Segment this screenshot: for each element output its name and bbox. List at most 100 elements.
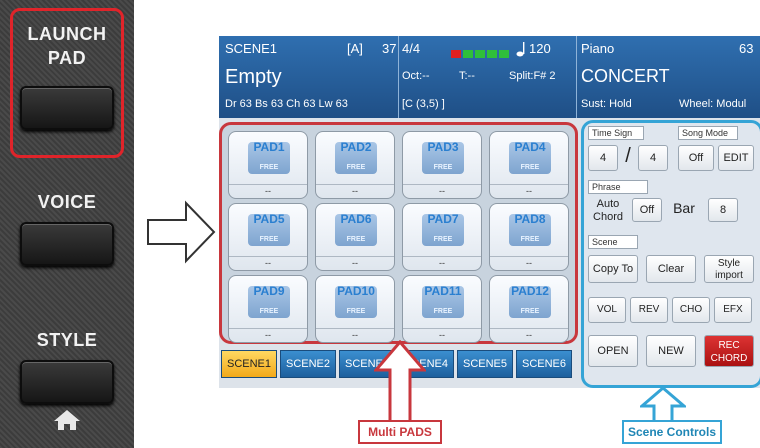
pad-value: -- <box>316 184 394 198</box>
pad-name: PAD6 <box>340 212 372 226</box>
wheel-mode: Wheel: Modul <box>679 98 747 110</box>
pad-status-badge: FREE <box>346 236 366 243</box>
pad-value: -- <box>229 328 307 342</box>
voice-name: Piano <box>581 41 615 56</box>
header-divider <box>398 36 399 118</box>
rec-chord-line1: REC <box>718 340 740 351</box>
voice-label: VOICE <box>37 192 97 212</box>
style-button[interactable] <box>20 360 114 404</box>
cho-button[interactable]: CHO <box>672 297 710 323</box>
style-import-line2: import <box>715 270 743 281</box>
style-label: STYLE <box>36 330 98 350</box>
pad-button-4[interactable]: PAD4 FREE -- <box>489 131 569 199</box>
pad-button-10[interactable]: PAD10 FREE -- <box>315 275 395 343</box>
scene-tab-5[interactable]: SCENE5 <box>457 350 513 378</box>
pad-value: -- <box>490 184 568 198</box>
voice-number: 63 <box>739 41 754 56</box>
multi-pads-up-arrow-icon <box>374 340 426 424</box>
rec-chord-line2: CHORD <box>710 353 748 364</box>
pad-status-badge: FREE <box>259 236 279 243</box>
multi-pads-annotation: Multi PADS <box>358 420 442 444</box>
right-arrow-outline-icon <box>147 200 216 264</box>
pad-button-8[interactable]: PAD8 FREE -- <box>489 203 569 271</box>
split-value: Split:F# 2 <box>509 70 556 82</box>
pad-status-badge: FREE <box>259 308 279 315</box>
scene-tab-2[interactable]: SCENE2 <box>280 350 336 378</box>
hardware-panel: LAUNCH PAD VOICE STYLE <box>0 0 134 448</box>
bar-value-button[interactable]: 8 <box>708 198 738 222</box>
time-sign-numerator[interactable]: 4 <box>588 145 618 171</box>
pad-name: PAD8 <box>514 212 546 226</box>
pad-status-badge: FREE <box>520 236 540 243</box>
scene-controls-panel: Time Sign Song Mode 4 / 4 Off EDIT Phras… <box>581 120 760 388</box>
pad-name: PAD3 <box>427 140 459 154</box>
pad-value: -- <box>316 256 394 270</box>
scene-tab-6[interactable]: SCENE6 <box>516 350 572 378</box>
voice-style[interactable]: CONCERT <box>581 66 670 87</box>
time-sign-denominator[interactable]: 4 <box>638 145 668 171</box>
auto-chord-label-line1: Auto <box>596 198 620 210</box>
pad-button-9[interactable]: PAD9 FREE -- <box>228 275 308 343</box>
pad-status-badge: FREE <box>520 308 540 315</box>
pad-button-3[interactable]: PAD3 FREE -- <box>402 131 482 199</box>
edit-button[interactable]: EDIT <box>718 145 754 171</box>
pad-name: PAD2 <box>340 140 372 154</box>
song-mode-label: Song Mode <box>678 126 738 140</box>
pad-value: -- <box>490 328 568 342</box>
pad-name: PAD10 <box>337 284 375 298</box>
header-divider <box>576 36 577 118</box>
pad-value: -- <box>229 184 307 198</box>
pad-status-badge: FREE <box>346 164 366 171</box>
pad-value: -- <box>403 256 481 270</box>
pad-button-2[interactable]: PAD2 FREE -- <box>315 131 395 199</box>
pad-name: PAD4 <box>514 140 546 154</box>
efx-button[interactable]: EFX <box>714 297 752 323</box>
copy-to-button[interactable]: Copy To <box>588 255 638 283</box>
auto-chord-toggle[interactable]: Off <box>632 198 662 222</box>
pad-name: PAD5 <box>253 212 285 226</box>
pad-status-badge: FREE <box>433 164 453 171</box>
part-volumes: Dr 63 Bs 63 Ch 63 Lw 63 <box>225 98 348 110</box>
pad-button-7[interactable]: PAD7 FREE -- <box>402 203 482 271</box>
auto-chord-label-line2: Chord <box>593 211 623 223</box>
pad-button-1[interactable]: PAD1 FREE -- <box>228 131 308 199</box>
launch-pad-button[interactable] <box>20 86 114 130</box>
style-import-button[interactable]: Style import <box>704 255 754 283</box>
scene-title[interactable]: Empty <box>225 66 282 89</box>
home-icon[interactable] <box>52 408 82 432</box>
pad-name: PAD12 <box>511 284 549 298</box>
song-mode-button[interactable]: Off <box>678 145 714 171</box>
pad-button-6[interactable]: PAD6 FREE -- <box>315 203 395 271</box>
phrase-label: Phrase <box>588 180 648 194</box>
new-button[interactable]: NEW <box>646 335 696 367</box>
multi-pads-area: PAD1 FREE -- PAD2 FREE -- PAD3 FREE -- PAD4 FREE --… <box>219 122 578 344</box>
pad-value: -- <box>490 256 568 270</box>
tempo-value[interactable]: 120 <box>529 41 551 56</box>
pad-button-12[interactable]: PAD12 FREE -- <box>489 275 569 343</box>
open-button[interactable]: OPEN <box>588 335 638 367</box>
pad-status-badge: FREE <box>433 236 453 243</box>
bank-indicator: [A] <box>347 41 363 56</box>
rev-button[interactable]: REV <box>630 297 668 323</box>
scene-controls-annotation: Scene Controls <box>622 420 722 444</box>
pad-button-11[interactable]: PAD11 FREE -- <box>402 275 482 343</box>
vol-button[interactable]: VOL <box>588 297 626 323</box>
rec-chord-button[interactable]: REC CHORD <box>704 335 754 367</box>
pad-name: PAD7 <box>427 212 459 226</box>
level-segment <box>475 50 485 58</box>
quarter-note-icon <box>516 42 525 57</box>
transpose-value: T:-- <box>459 70 475 82</box>
pad-value: -- <box>403 184 481 198</box>
voice-button[interactable] <box>20 222 114 266</box>
clear-button[interactable]: Clear <box>646 255 696 283</box>
pad-status-badge: FREE <box>259 164 279 171</box>
scene-controls-up-arrow-icon <box>640 386 686 424</box>
launch-pad-label-line2: PAD <box>47 48 87 68</box>
time-signature: 4/4 <box>402 41 421 56</box>
level-segment <box>463 50 473 58</box>
time-sign-slash: / <box>625 145 631 167</box>
chord-display: [C (3,5) ] <box>402 98 445 110</box>
pad-button-5[interactable]: PAD5 FREE -- <box>228 203 308 271</box>
launch-pad-label-line1: LAUNCH <box>27 24 107 44</box>
scene-tab-1[interactable]: SCENE1 <box>221 350 277 378</box>
